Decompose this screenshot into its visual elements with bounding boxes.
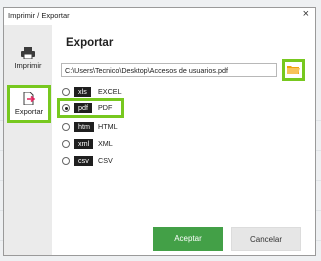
browse-folder-button[interactable]	[282, 59, 305, 81]
radio-button[interactable]	[62, 88, 70, 96]
format-tag: htm	[74, 122, 94, 132]
section-heading: Exportar	[66, 37, 114, 49]
cancel-button[interactable]: Cancelar	[231, 227, 301, 251]
format-label: PDF	[98, 103, 113, 112]
export-dialog: Imprimir / Exportar × Imprimir Exportar …	[3, 7, 316, 256]
radio-button[interactable]	[62, 123, 70, 131]
radio-button[interactable]	[62, 140, 70, 148]
accept-button[interactable]: Aceptar	[153, 227, 223, 251]
sidebar-item-label: Exportar	[14, 107, 44, 116]
title-bar: Imprimir / Exportar ×	[4, 8, 315, 25]
sidebar-item-label: Imprimir	[14, 61, 42, 70]
sidebar-item-print[interactable]: Imprimir	[4, 47, 52, 77]
sidebar: Imprimir Exportar	[4, 25, 52, 255]
window-title: Imprimir / Exportar	[8, 11, 70, 20]
sidebar-item-export[interactable]: Exportar	[7, 85, 51, 123]
format-label: EXCEL	[98, 87, 122, 96]
format-label: HTML	[98, 122, 118, 131]
export-document-icon	[23, 92, 36, 105]
format-label: CSV	[98, 156, 113, 165]
format-label: XML	[98, 139, 113, 148]
format-tag: xls	[74, 87, 91, 97]
printer-icon	[21, 47, 35, 59]
export-path-input[interactable]: C:\Users\Tecnico\Desktop\Accesos de usua…	[61, 63, 277, 77]
format-tag: pdf	[74, 103, 92, 113]
close-button[interactable]: ×	[303, 8, 309, 20]
format-tag: xml	[74, 139, 94, 149]
folder-icon	[287, 66, 300, 74]
radio-button[interactable]	[62, 157, 70, 165]
radio-button[interactable]	[62, 104, 70, 112]
format-tag: csv	[74, 156, 93, 166]
